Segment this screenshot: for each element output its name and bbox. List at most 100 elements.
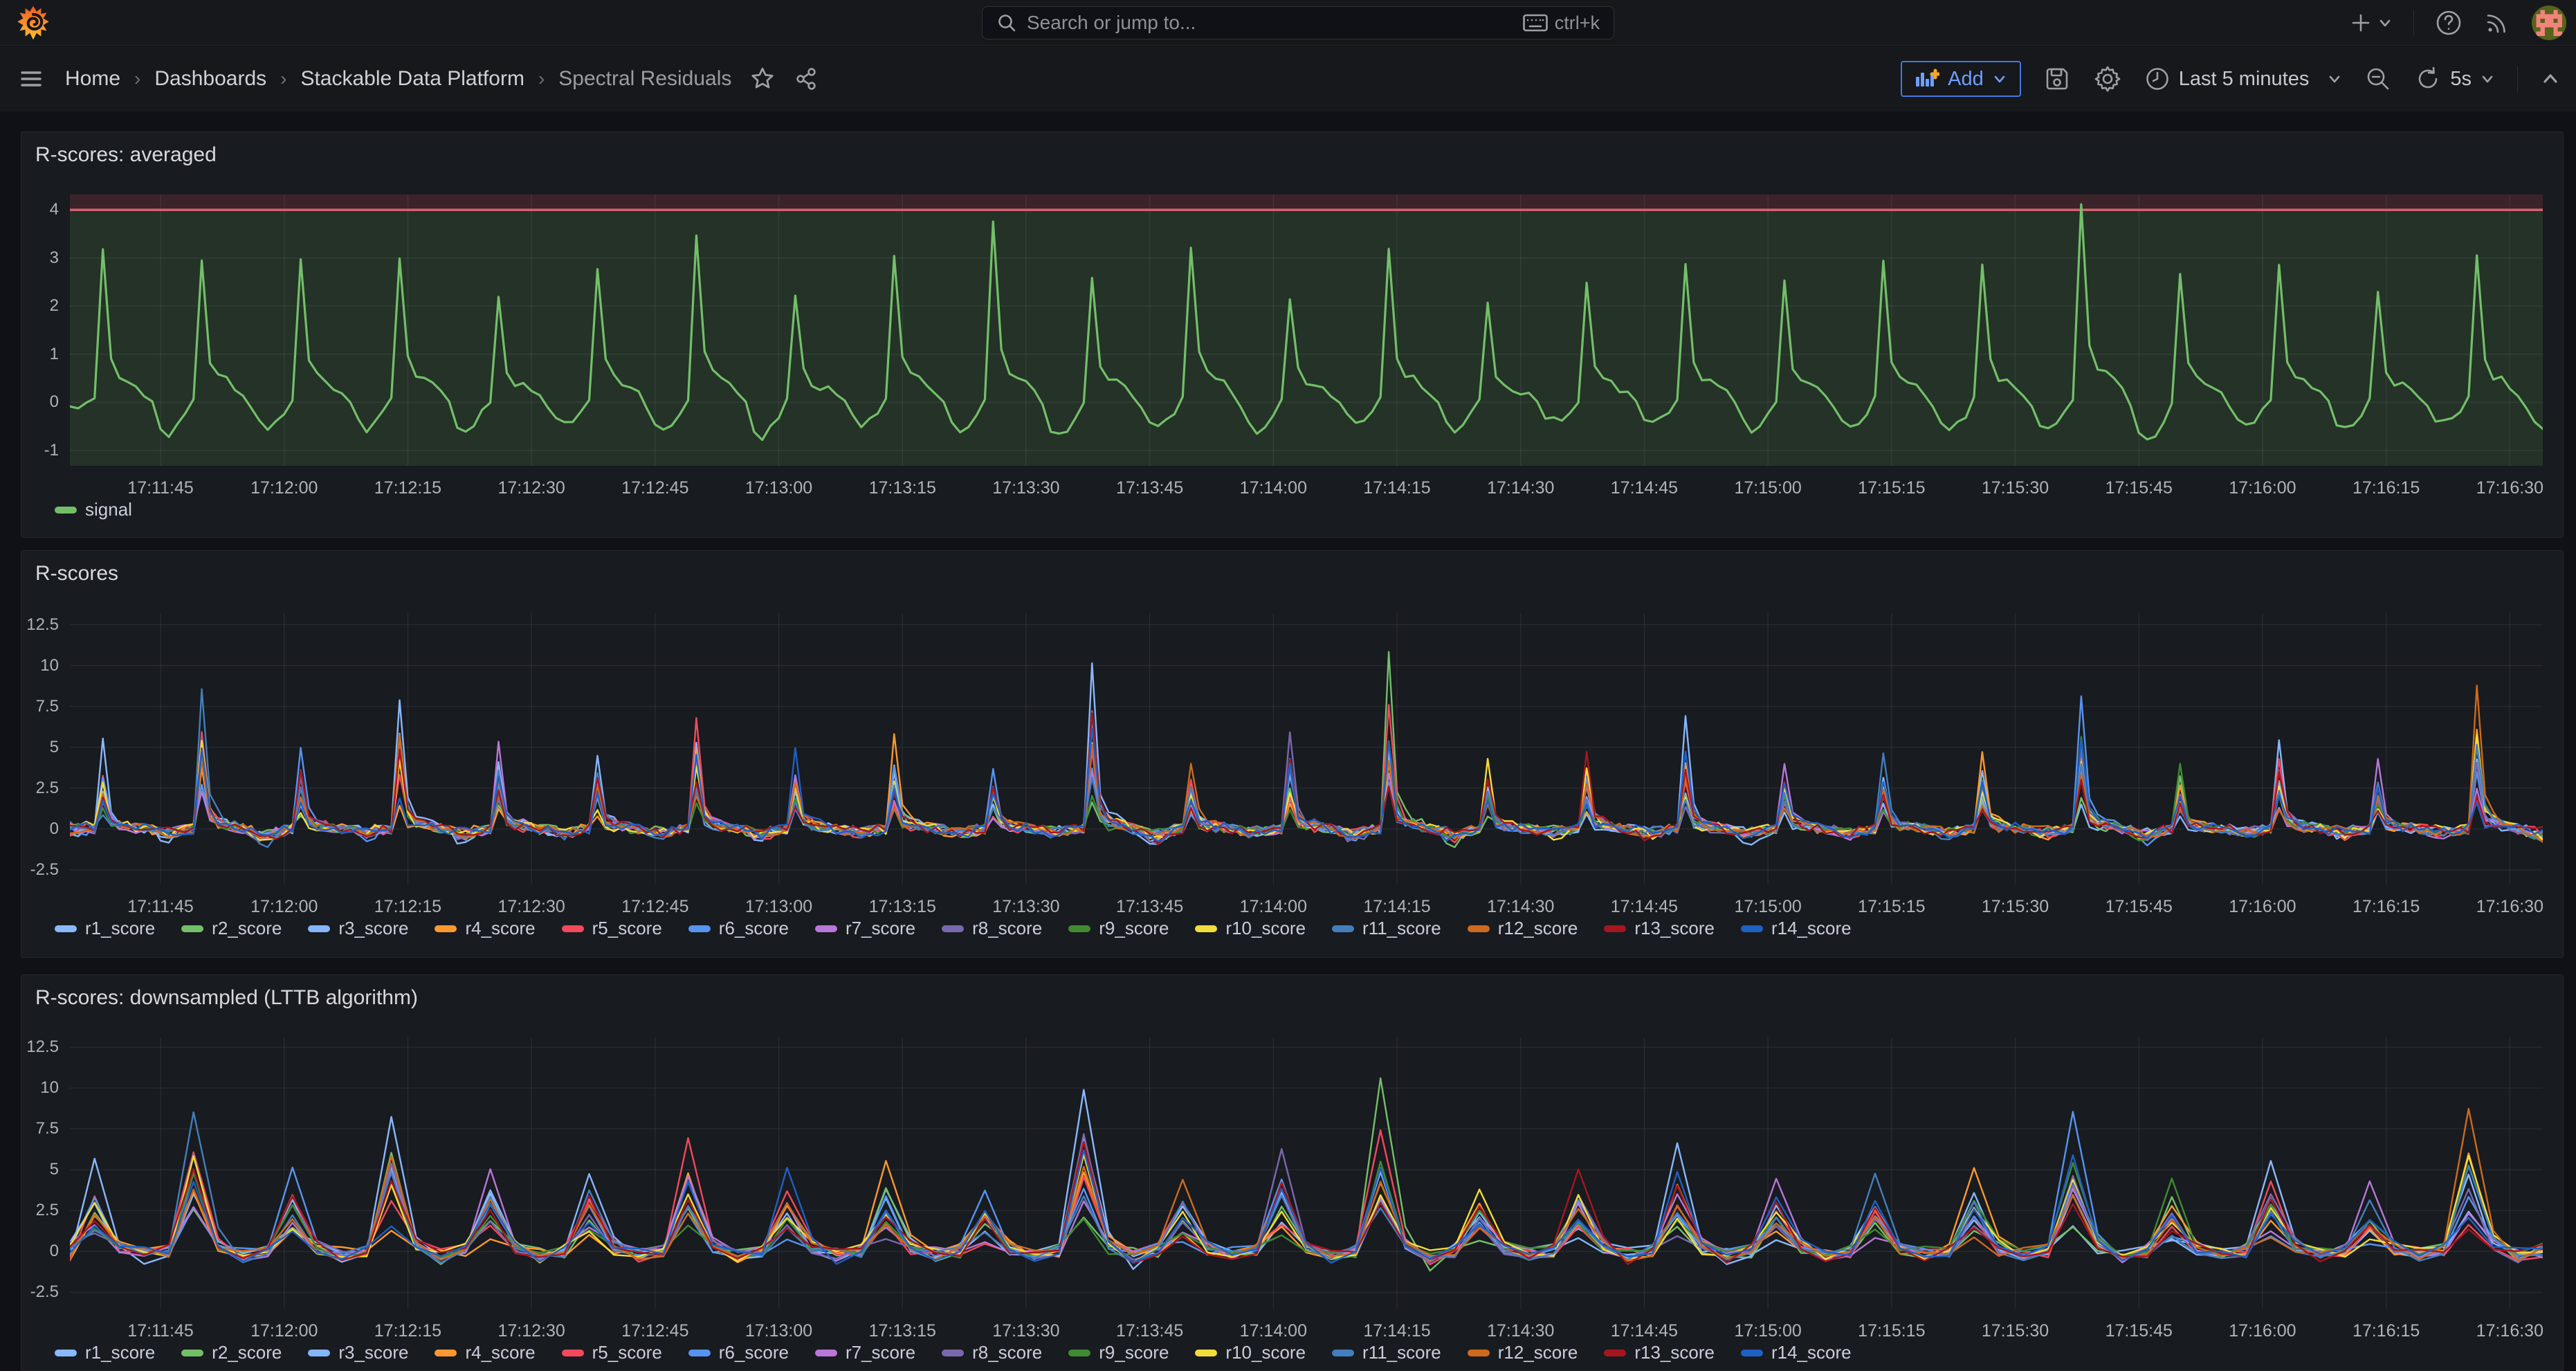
time-range-picker[interactable]: Last 5 minutes <box>2144 66 2343 92</box>
x-axis-label: 17:12:00 <box>250 478 318 498</box>
panel-title[interactable]: R-scores: averaged <box>35 143 217 167</box>
legend-item-r1_score[interactable]: r1_score <box>55 918 155 939</box>
share-icon[interactable] <box>794 66 819 91</box>
y-axis-label: 7.5 <box>21 697 59 716</box>
grafana-logo-icon[interactable] <box>15 5 51 41</box>
series-line-r2_score <box>70 652 2543 847</box>
legend-item-r12_score[interactable]: r12_score <box>1468 918 1578 939</box>
legend-item-r12_score[interactable]: r12_score <box>1468 1342 1578 1363</box>
legend-label: r8_score <box>972 1342 1042 1363</box>
breadcrumb-home[interactable]: Home <box>65 67 120 91</box>
legend-item-r6_score[interactable]: r6_score <box>688 1342 789 1363</box>
x-axis-label: 17:11:45 <box>127 478 193 498</box>
x-axis-label: 17:16:00 <box>2229 897 2296 917</box>
legend-swatch <box>435 1350 457 1356</box>
legend-swatch <box>55 925 77 932</box>
legend-swatch <box>562 925 584 932</box>
legend-item-r1_score[interactable]: r1_score <box>55 1342 155 1363</box>
breadcrumb-dashboards[interactable]: Dashboards <box>154 67 266 91</box>
x-axis-label: 17:15:00 <box>1734 1321 1801 1341</box>
x-axis-label: 17:15:30 <box>1982 897 2049 917</box>
x-axis-label: 17:12:45 <box>621 897 688 917</box>
x-axis-label: 17:12:00 <box>250 1321 318 1341</box>
legend-swatch <box>55 507 77 514</box>
x-axis-label: 17:13:30 <box>992 478 1059 498</box>
legend-item-r11_score[interactable]: r11_score <box>1332 918 1441 939</box>
y-axis-label: 12.5 <box>21 615 59 635</box>
legend-item-r9_score[interactable]: r9_score <box>1068 1342 1169 1363</box>
panel-title[interactable]: R-scores <box>35 562 118 585</box>
x-axis-label: 17:12:30 <box>497 1321 565 1341</box>
legend-item-r9_score[interactable]: r9_score <box>1068 918 1169 939</box>
y-axis-label: -2.5 <box>21 1282 59 1302</box>
save-dashboard-icon[interactable] <box>2043 65 2071 93</box>
legend-item-r7_score[interactable]: r7_score <box>815 1342 915 1363</box>
panel-r-scores-averaged: R-scores: averaged 43210-1 17:11:4517:12… <box>21 131 2564 538</box>
dashboard-settings-gear-icon[interactable] <box>2093 64 2122 93</box>
zoom-out-icon[interactable] <box>2364 65 2392 93</box>
time-series-plot[interactable] <box>70 194 2543 466</box>
collapse-toolbar-chevron-up-icon[interactable] <box>2540 69 2561 89</box>
panel-title[interactable]: R-scores: downsampled (LTTB algorithm) <box>35 986 418 1010</box>
help-icon[interactable] <box>2435 9 2463 37</box>
new-menu-button[interactable] <box>2350 12 2393 34</box>
global-search[interactable]: ctrl+k <box>982 6 1614 39</box>
legend-swatch <box>942 1350 964 1356</box>
legend-swatch <box>1741 1350 1763 1356</box>
legend-item-r4_score[interactable]: r4_score <box>435 918 535 939</box>
x-axis-label: 17:12:30 <box>497 478 565 498</box>
legend-label: r13_score <box>1634 918 1715 939</box>
legend-item-r14_score[interactable]: r14_score <box>1741 1342 1852 1363</box>
legend-item-r6_score[interactable]: r6_score <box>688 918 789 939</box>
series-line-r12_score <box>70 685 2543 842</box>
legend-label: r1_score <box>85 1342 155 1363</box>
legend-swatch <box>181 1350 203 1356</box>
favorite-star-icon[interactable] <box>749 66 776 92</box>
chevron-down-icon <box>2327 71 2342 87</box>
time-series-plot[interactable] <box>70 1037 2543 1309</box>
menu-hamburger-icon[interactable] <box>18 66 44 92</box>
time-series-plot[interactable] <box>70 613 2543 884</box>
legend-item-r7_score[interactable]: r7_score <box>815 918 915 939</box>
news-rss-icon[interactable] <box>2483 9 2511 37</box>
legend-swatch <box>1604 925 1626 932</box>
add-panel-button[interactable]: Add <box>1901 61 2021 97</box>
legend-label: r5_score <box>592 918 662 939</box>
legend-item-r13_score[interactable]: r13_score <box>1604 918 1715 939</box>
legend-swatch <box>1195 1350 1217 1356</box>
legend-item-r11_score[interactable]: r11_score <box>1332 1342 1441 1363</box>
legend-item-r2_score[interactable]: r2_score <box>181 918 282 939</box>
legend-item-r2_score[interactable]: r2_score <box>181 1342 282 1363</box>
breadcrumb-folder[interactable]: Stackable Data Platform <box>300 67 524 91</box>
legend-item-r3_score[interactable]: r3_score <box>308 918 408 939</box>
legend-item-r10_score[interactable]: r10_score <box>1195 1342 1306 1363</box>
search-input[interactable] <box>1027 12 1513 34</box>
legend-label: r9_score <box>1099 918 1169 939</box>
legend-item-r4_score[interactable]: r4_score <box>435 1342 535 1363</box>
x-axis-label: 17:14:45 <box>1611 478 1678 498</box>
user-avatar[interactable] <box>2532 6 2566 40</box>
refresh-icon <box>2414 65 2442 93</box>
x-axis-label: 17:12:15 <box>374 897 441 917</box>
legend-item-r5_score[interactable]: r5_score <box>562 1342 662 1363</box>
y-axis-label: 1 <box>21 345 59 364</box>
legend-item-signal[interactable]: signal <box>55 499 132 520</box>
legend-item-r8_score[interactable]: r8_score <box>942 918 1042 939</box>
y-axis-label: 10 <box>21 1078 59 1098</box>
x-axis-label: 17:14:15 <box>1363 478 1430 498</box>
search-icon <box>996 12 1017 33</box>
x-axis-label: 17:13:45 <box>1116 897 1183 917</box>
legend-swatch <box>1332 925 1354 932</box>
legend-swatch <box>1468 925 1490 932</box>
legend-swatch <box>1468 1350 1490 1356</box>
refresh-picker[interactable]: 5s <box>2414 65 2495 93</box>
legend-item-r13_score[interactable]: r13_score <box>1604 1342 1715 1363</box>
legend-item-r3_score[interactable]: r3_score <box>308 1342 408 1363</box>
legend-item-r10_score[interactable]: r10_score <box>1195 918 1306 939</box>
x-axis-label: 17:13:00 <box>745 897 812 917</box>
legend-item-r5_score[interactable]: r5_score <box>562 918 662 939</box>
legend-item-r8_score[interactable]: r8_score <box>942 1342 1042 1363</box>
breadcrumb-separator: › <box>280 68 286 90</box>
legend-item-r14_score[interactable]: r14_score <box>1741 918 1852 939</box>
x-axis-label: 17:16:15 <box>2353 897 2420 917</box>
